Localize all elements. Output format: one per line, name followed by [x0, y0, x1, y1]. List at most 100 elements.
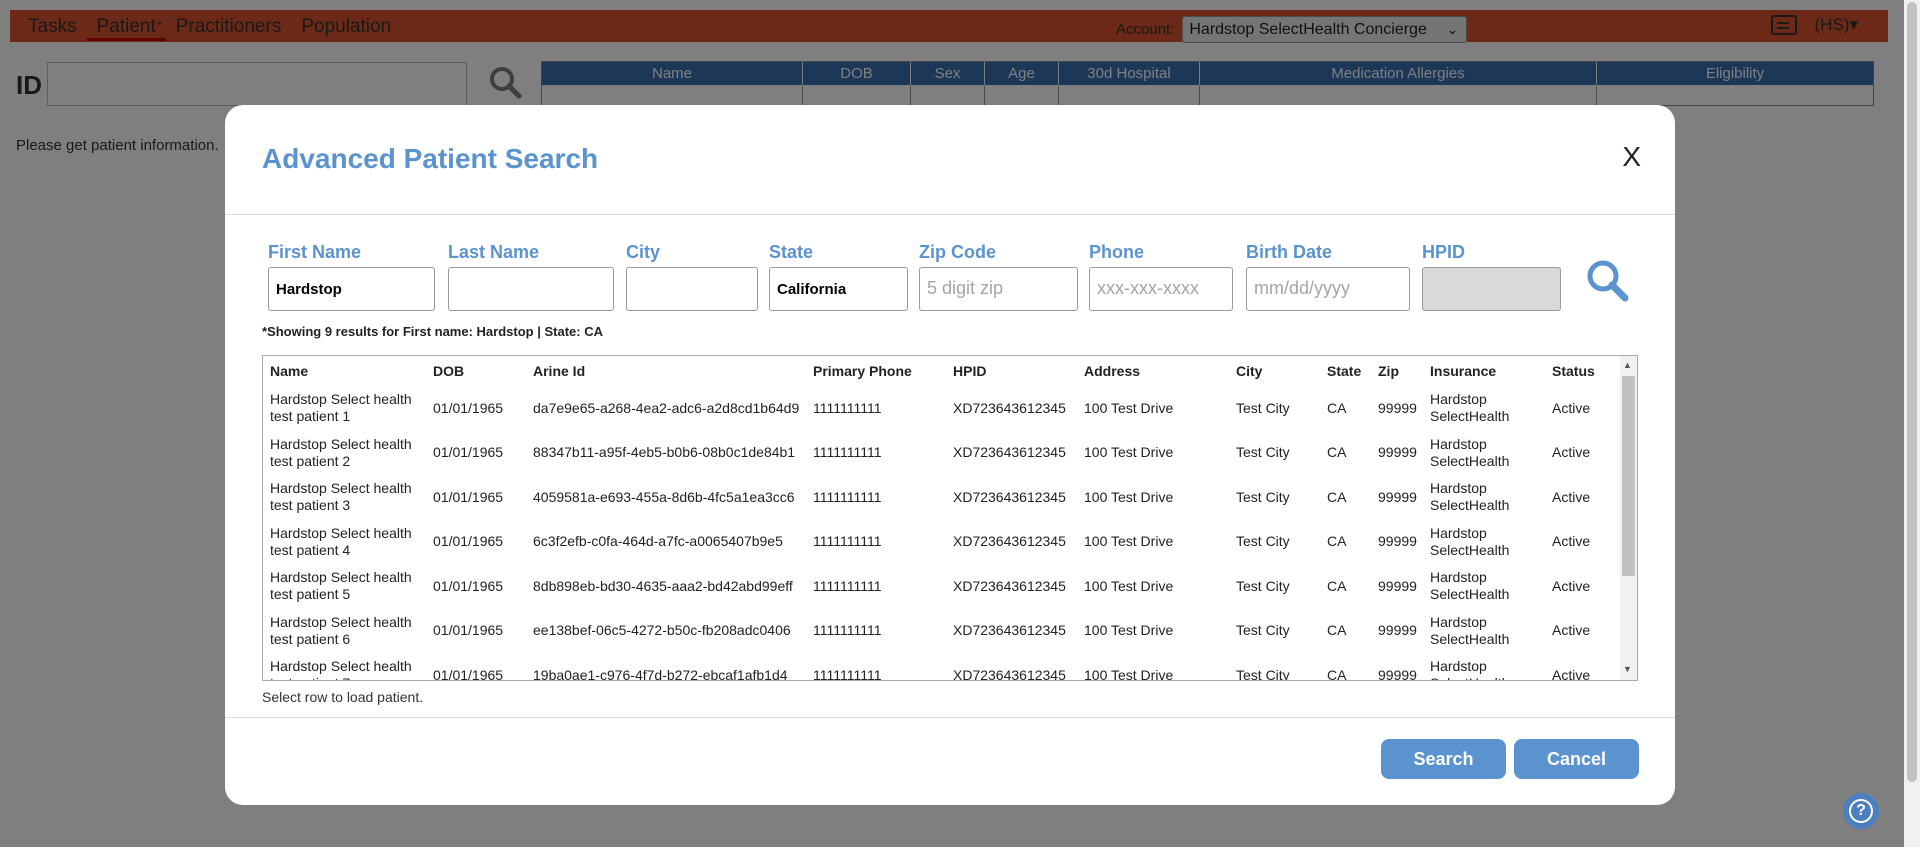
state-label: State — [769, 242, 814, 262]
results-body: Hardstop Select health test patient 1 01/… — [263, 386, 1625, 681]
cell-zip: 99999 — [1378, 444, 1417, 461]
cell-address: 100 Test Drive — [1084, 622, 1174, 639]
cell-status: Active — [1552, 622, 1591, 639]
header-status: Status — [1552, 363, 1595, 379]
scroll-down-icon[interactable]: ▼ — [1623, 664, 1632, 674]
cell-city: Test City — [1236, 444, 1290, 461]
cell-city: Test City — [1236, 399, 1290, 416]
header-insurance: Insurance — [1430, 363, 1497, 379]
table-row[interactable]: Hardstop Select health test patient 2 01/… — [263, 431, 1625, 476]
table-row[interactable]: Hardstop Select health test patient 6 01/… — [263, 609, 1625, 654]
select-row-hint: Select row to load patient. — [262, 689, 424, 705]
phone-field-group: Phone — [1089, 241, 1233, 311]
cell-address: 100 Test Drive — [1084, 444, 1174, 461]
cell-arine-id: 8db898eb-bd30-4635-aaa2-bd42abd99eff — [533, 577, 793, 594]
last-name-input[interactable] — [448, 267, 614, 311]
last-name-field-group: Last Name — [448, 241, 614, 311]
results-scrollbar-thumb[interactable] — [1622, 376, 1635, 576]
table-row[interactable]: Hardstop Select health test patient 7 01/… — [263, 653, 1625, 681]
table-row[interactable]: Hardstop Select health test patient 3 01/… — [263, 475, 1625, 520]
cell-insurance: Hardstop SelectHealth — [1430, 480, 1510, 514]
cell-hpid: XD723643612345 — [953, 533, 1066, 550]
last-name-label: Last Name — [448, 242, 540, 262]
cell-arine-id: ee138bef-06c5-4272-b50c-fb208adc0406 — [533, 622, 791, 639]
header-primary-phone: Primary Phone — [813, 363, 912, 379]
cell-primary-phone: 1111111111 — [813, 666, 882, 681]
table-row[interactable]: Hardstop Select health test patient 1 01/… — [263, 386, 1625, 431]
advanced-patient-search-dialog: Advanced Patient Search X First Name Las… — [225, 105, 1675, 805]
cell-insurance: Hardstop SelectHealth — [1430, 435, 1510, 469]
cell-state: CA — [1327, 577, 1347, 594]
cell-hpid: XD723643612345 — [953, 666, 1066, 681]
cell-insurance: Hardstop SelectHealth — [1430, 391, 1510, 425]
page-scrollbar[interactable] — [1904, 0, 1920, 847]
city-input[interactable] — [626, 267, 758, 311]
cell-state: CA — [1327, 622, 1347, 639]
header-address: Address — [1084, 363, 1141, 379]
cell-hpid: XD723643612345 — [953, 444, 1066, 461]
cell-primary-phone: 1111111111 — [813, 488, 882, 505]
cell-arine-id: da7e9e65-a268-4ea2-adc6-a2d8cd1b64d9 — [533, 399, 800, 416]
cell-address: 100 Test Drive — [1084, 488, 1174, 505]
hpid-input — [1422, 267, 1561, 311]
cell-city: Test City — [1236, 666, 1290, 681]
close-icon[interactable]: X — [1622, 141, 1641, 173]
city-field-group: City — [626, 241, 758, 311]
cell-arine-id: 19ba0ae1-c976-4f7d-b272-ebcaf1afb1d4 — [533, 666, 788, 681]
cell-hpid: XD723643612345 — [953, 488, 1066, 505]
cell-insurance: Hardstop SelectHealth — [1430, 524, 1510, 558]
header-state: State — [1327, 363, 1362, 379]
footer-divider — [225, 717, 1675, 718]
dialog-title: Advanced Patient Search — [262, 143, 599, 174]
state-input[interactable] — [769, 267, 908, 311]
page-scrollbar-thumb[interactable] — [1907, 2, 1917, 782]
cell-dob: 01/01/1965 — [433, 666, 504, 681]
cell-arine-id: 4059581a-e693-455a-8d6b-4fc5a1ea3cc6 — [533, 488, 795, 505]
cell-city: Test City — [1236, 577, 1290, 594]
cell-zip: 99999 — [1378, 399, 1417, 416]
cell-status: Active — [1552, 666, 1591, 681]
cell-dob: 01/01/1965 — [433, 622, 504, 639]
table-row[interactable]: Hardstop Select health test patient 5 01/… — [263, 564, 1625, 609]
cell-hpid: XD723643612345 — [953, 577, 1066, 594]
cell-status: Active — [1552, 399, 1591, 416]
cell-zip: 99999 — [1378, 533, 1417, 550]
cell-status: Active — [1552, 577, 1591, 594]
table-row[interactable]: Hardstop Select health test patient 4 01/… — [263, 520, 1625, 565]
cancel-button[interactable]: Cancel — [1514, 739, 1639, 779]
state-field-group: State — [769, 241, 908, 311]
cell-name: Hardstop Select health test patient 4 — [270, 524, 412, 558]
cell-primary-phone: 1111111111 — [813, 577, 882, 594]
scroll-up-icon[interactable]: ▲ — [1623, 360, 1632, 370]
first-name-label: First Name — [268, 242, 362, 262]
cell-insurance: Hardstop SelectHealth — [1430, 613, 1510, 647]
results-header-row: Name DOB Arine Id Primary Phone HPID Add… — [263, 356, 1625, 386]
zip-code-input[interactable] — [919, 267, 1078, 311]
results-scrollbar[interactable]: ▲ ▼ — [1620, 356, 1637, 680]
cell-city: Test City — [1236, 622, 1290, 639]
cell-primary-phone: 1111111111 — [813, 444, 882, 461]
birth-date-input[interactable] — [1246, 267, 1410, 311]
phone-input[interactable] — [1089, 267, 1233, 311]
birth-date-label: Birth Date — [1246, 242, 1333, 262]
cell-name: Hardstop Select health test patient 2 — [270, 435, 412, 469]
cell-city: Test City — [1236, 533, 1290, 550]
cell-arine-id: 6c3f2efb-c0fa-464d-a7fc-a0065407b9e5 — [533, 533, 783, 550]
cell-hpid: XD723643612345 — [953, 399, 1066, 416]
cell-zip: 99999 — [1378, 666, 1417, 681]
cell-address: 100 Test Drive — [1084, 577, 1174, 594]
cell-state: CA — [1327, 444, 1347, 461]
search-button[interactable]: Search — [1381, 739, 1506, 779]
first-name-field-group: First Name — [268, 241, 435, 311]
header-hpid: HPID — [953, 363, 987, 379]
cell-dob: 01/01/1965 — [433, 444, 504, 461]
cell-name: Hardstop Select health test patient 6 — [270, 613, 412, 647]
search-icon[interactable] — [1585, 258, 1629, 302]
cell-insurance: Hardstop SelectHealth — [1430, 569, 1510, 603]
help-button[interactable]: ? — [1843, 793, 1879, 829]
search-results-table: Name DOB Arine Id Primary Phone HPID Add… — [262, 355, 1638, 681]
cell-status: Active — [1552, 444, 1591, 461]
first-name-input[interactable] — [268, 267, 435, 311]
dialog-header: Advanced Patient Search X — [225, 105, 1675, 215]
zip-code-label: Zip Code — [919, 242, 996, 262]
